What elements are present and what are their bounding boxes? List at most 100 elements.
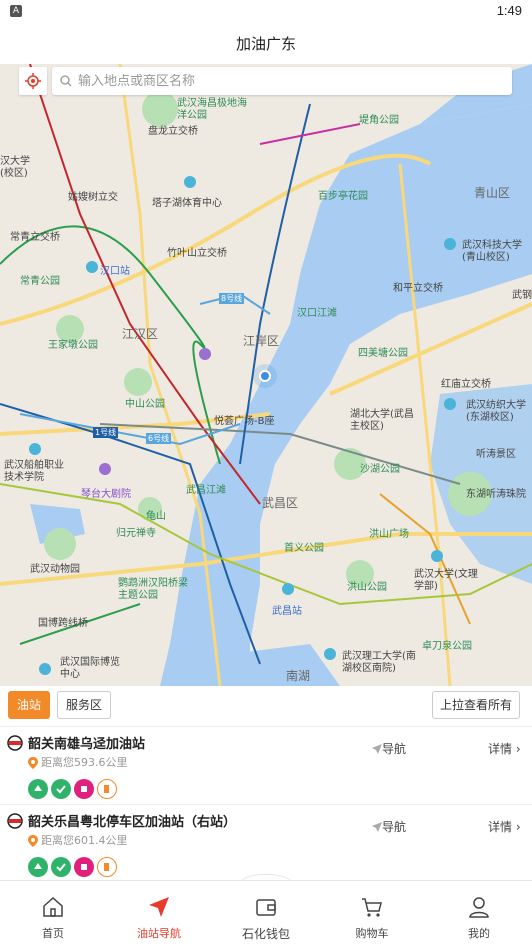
location-pin-icon: [28, 757, 38, 769]
navigate-label: 导航: [382, 742, 407, 756]
map-label: 塔子湖体育中心: [152, 198, 222, 209]
sinopec-logo-icon: [7, 813, 23, 829]
map-label: 姑嫂树立交: [68, 192, 118, 203]
bottom-tab-bar: 首页 油站导航 石化钱包 购物车 我的: [0, 880, 532, 945]
map-label: 常青立交桥: [10, 232, 60, 243]
district-label: 江岸区: [243, 334, 280, 348]
locate-button[interactable]: [19, 67, 47, 95]
navigation-arrow-icon: [372, 743, 382, 754]
detail-button[interactable]: 详情 ›: [488, 740, 521, 757]
station-name: 韶关乐昌粤北停车区加油站（右站）: [28, 815, 237, 830]
station-item[interactable]: 韶关南雄乌迳加油站 距离您593.6公里 导航 详情 ›: [0, 726, 532, 804]
cart-icon: [362, 898, 382, 917]
convenience-store-icon: [74, 857, 94, 877]
map-label: 堤角公园: [359, 115, 399, 126]
station-name: 韶关南雄乌迳加油站: [28, 737, 146, 752]
pull-up-view-all-button[interactable]: 上拉查看所有: [432, 691, 520, 719]
map-label: 和平立交桥: [393, 283, 443, 294]
car-wash-icon: [28, 779, 48, 799]
navigate-button[interactable]: 导航: [372, 818, 406, 835]
map-label: 龟山: [146, 511, 166, 522]
tab-wallet[interactable]: 石化钱包: [213, 881, 319, 946]
map-label: 盘龙立交桥: [148, 126, 198, 137]
fuel-pump-icon: [97, 779, 117, 799]
map-label: 武汉大学(文理学部): [414, 569, 478, 592]
map-label: 四美塘公园: [358, 348, 408, 359]
station-item[interactable]: 韶关乐昌粤北停车区加油站（右站） 距离您601.4公里 导航 详情 ›: [0, 804, 532, 882]
map-label: 洪山公园: [347, 582, 387, 593]
tab-label: 油站导航: [137, 927, 181, 940]
map-label: 汉口站: [100, 266, 130, 277]
map-label: 湖北大学(武昌主校区): [350, 409, 414, 432]
map-view[interactable]: 武汉海昌极地海洋公园 盘龙立交桥 堤角公园 姑嫂树立交 塔子湖体育中心 百步亭花…: [0, 64, 532, 686]
service-icons: [28, 779, 117, 799]
map-label: 首义公园: [284, 543, 324, 554]
map-label: 听涛景区: [476, 449, 516, 460]
map-label: 竹叶山立交桥: [167, 248, 227, 259]
map-label: 武钢: [512, 290, 532, 301]
map-label: 武汉动物园: [30, 564, 80, 575]
wallet-icon: [256, 899, 276, 916]
map-label: 卓刀泉公园: [422, 641, 472, 652]
map-label: 国博跨线桥: [38, 618, 88, 629]
tab-station-navigation[interactable]: 油站导航: [106, 881, 212, 946]
detail-label: 详情: [488, 820, 513, 834]
map-label: 鹦鹉洲汉阳桥梁主题公园: [118, 578, 188, 601]
station-distance: 距离您593.6公里: [41, 756, 128, 769]
map-label: 汉口江滩: [297, 308, 337, 319]
map-label: 东湖听涛珠院: [466, 489, 526, 500]
map-label: 武汉国际博览中心: [60, 657, 120, 680]
metro-line-badge: 1号线: [93, 427, 119, 438]
tab-gas-station[interactable]: 油站: [8, 691, 50, 719]
crosshair-icon: [25, 73, 41, 89]
wechat-pay-icon: [51, 857, 71, 877]
tab-service-area[interactable]: 服务区: [57, 691, 111, 719]
fuel-pump-icon: [97, 857, 117, 877]
map-label: 武汉科技大学(青山校区): [462, 240, 522, 263]
navigate-button[interactable]: 导航: [372, 740, 406, 757]
search-input[interactable]: [78, 73, 478, 89]
tab-home[interactable]: 首页: [0, 881, 106, 946]
map-label: 武汉海昌极地海洋公园: [177, 98, 247, 121]
page-title: 加油广东: [235, 35, 296, 53]
map-label: 常青公园: [20, 276, 60, 287]
user-icon: [469, 897, 489, 918]
convenience-store-icon: [74, 779, 94, 799]
tab-label: 首页: [42, 927, 64, 940]
sinopec-logo-icon: [7, 735, 23, 751]
navigation-arrow-icon: [372, 821, 382, 832]
app-notification-icon: A: [10, 5, 22, 17]
location-pin-icon: [28, 835, 38, 847]
map-label: 汉大学(校区): [0, 156, 30, 179]
map-label: 武汉理工大学(南湖校区南院): [342, 651, 416, 674]
tab-label: 我的: [468, 927, 490, 940]
map-label: 红庙立交桥: [441, 379, 491, 390]
navigation-arrow-icon: [149, 897, 169, 917]
map-label: 沙湖公园: [360, 464, 400, 475]
home-icon: [43, 896, 63, 917]
status-time: 1:49: [496, 3, 522, 18]
status-bar: A 1:49: [0, 0, 532, 24]
district-label: 武昌区: [262, 496, 299, 510]
detail-button[interactable]: 详情 ›: [488, 818, 521, 835]
service-icons: [28, 857, 117, 877]
filter-row: 油站 服务区 上拉查看所有: [0, 686, 532, 726]
search-bar[interactable]: [52, 67, 512, 95]
navigate-label: 导航: [382, 820, 407, 834]
metro-line-badge: 8号线: [219, 293, 245, 304]
map-label: 洪山广场: [369, 529, 409, 540]
wechat-pay-icon: [51, 779, 71, 799]
map-label: 王家墩公园: [48, 340, 98, 351]
district-label: 江汉区: [122, 327, 159, 341]
car-wash-icon: [28, 857, 48, 877]
station-distance: 距离您601.4公里: [41, 834, 128, 847]
search-icon: [60, 75, 72, 87]
metro-line-badge: 6号线: [146, 433, 172, 444]
tab-cart[interactable]: 购物车: [319, 881, 425, 946]
map-label: 悦荟广场-B座: [214, 416, 275, 427]
district-label: 南湖: [286, 669, 311, 683]
map-label: 中山公园: [125, 399, 165, 410]
map-label: 武昌站: [272, 606, 302, 617]
map-label: 武汉船舶职业技术学院: [4, 460, 64, 483]
tab-profile[interactable]: 我的: [426, 881, 532, 946]
